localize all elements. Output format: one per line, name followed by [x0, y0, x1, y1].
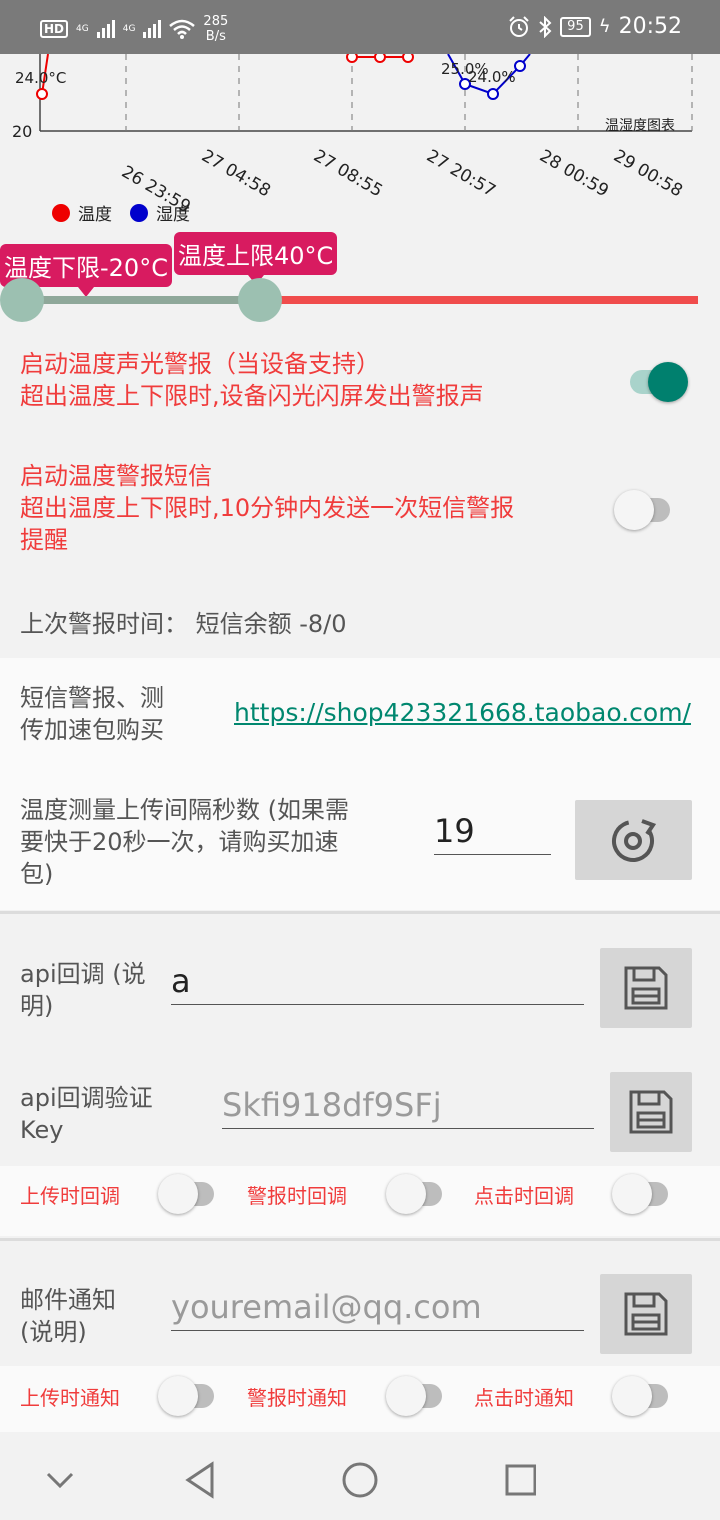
upload-callback-toggle[interactable] [158, 1172, 218, 1214]
shop-link[interactable]: https://shop423321668.taobao.com/ [234, 698, 691, 727]
bluetooth-icon [539, 15, 552, 38]
divider [0, 1238, 720, 1241]
hum-data-label-2: 24.0% [468, 68, 516, 86]
recents-icon[interactable] [504, 1460, 536, 1500]
alarm-callback-toggle[interactable] [386, 1172, 446, 1214]
alarm-callback-label: 警报时回调 [247, 1184, 347, 1208]
sound-alarm-setting: 启动温度声光警报（当设备支持） 超出温度上下限时,设备闪光闪屏发出警报声 [20, 348, 484, 412]
humidity-legend-label: 湿度 [156, 205, 190, 225]
save-icon [624, 966, 668, 1010]
lower-limit-thumb[interactable] [0, 278, 44, 322]
signal-icon [96, 20, 115, 38]
temp-data-label: 24.0°C [15, 69, 67, 87]
sms-alarm-description-2: 提醒 [20, 526, 68, 554]
upload-callback-label: 上传时回调 [20, 1184, 120, 1208]
upload-notify-toggle[interactable] [158, 1374, 218, 1416]
hide-keyboard-icon[interactable] [44, 1460, 76, 1500]
upload-notify-label: 上传时通知 [20, 1386, 120, 1410]
upper-limit-label: 温度上限40°C [174, 232, 338, 285]
humidity-point [514, 60, 526, 72]
temperature-legend-dot [52, 203, 70, 222]
save-api-key-button[interactable] [610, 1072, 692, 1152]
home-icon[interactable] [340, 1460, 380, 1500]
save-icon [629, 1090, 673, 1134]
humidity-legend-dot [130, 203, 148, 222]
click-callback-toggle[interactable] [612, 1172, 672, 1214]
save-api-button[interactable] [600, 948, 692, 1028]
sound-alarm-toggle[interactable] [624, 360, 688, 402]
alarm-clock-icon [509, 15, 529, 37]
back-icon[interactable] [184, 1460, 218, 1500]
api-key-label: api回调验证 Key [20, 1084, 153, 1144]
refresh-button[interactable] [575, 800, 692, 880]
refresh-icon [611, 819, 656, 862]
y-tick-label: 20 [12, 122, 33, 141]
interval-input[interactable]: 19 [434, 812, 551, 855]
wifi-icon [169, 19, 196, 39]
temperature-point [36, 88, 48, 100]
sound-alarm-description: 超出温度上下限时,设备闪光闪屏发出警报声 [20, 382, 484, 410]
range-track-selected [22, 296, 260, 304]
api-callback-label: api回调 (说 明) [20, 960, 146, 1020]
alarm-notify-label: 警报时通知 [247, 1386, 347, 1410]
click-callback-label: 点击时回调 [474, 1184, 574, 1208]
upper-limit-thumb[interactable] [238, 278, 282, 322]
api-callback-input[interactable]: a [171, 962, 584, 1005]
battery-icon: 95 [560, 16, 591, 37]
last-alarm-info: 上次警报时间： 短信余额 -8/0 [20, 610, 347, 638]
api-key-input[interactable]: Skfi918df9SFj [222, 1086, 594, 1129]
click-notify-toggle[interactable] [612, 1374, 672, 1416]
save-email-button[interactable] [600, 1274, 692, 1354]
network-type-label: 4G [76, 24, 89, 34]
save-icon [624, 1292, 668, 1336]
divider [0, 911, 720, 914]
temperature-point [346, 54, 358, 63]
humidity-point [487, 88, 499, 100]
sms-alarm-title: 启动温度警报短信 [20, 462, 212, 490]
net-speed: 285 B/s [203, 14, 229, 44]
email-input[interactable]: youremail@qq.com [171, 1288, 584, 1331]
signal-icon-2 [143, 20, 162, 38]
temperature-point [402, 54, 414, 63]
charging-icon: ϟ [598, 16, 611, 37]
chart-corner-label: 温湿度图表 [605, 118, 675, 134]
sms-alarm-toggle[interactable] [614, 488, 674, 530]
purchase-label: 短信警报、测 传加速包购买 [20, 684, 164, 744]
sms-alarm-description: 超出温度上下限时,10分钟内发送一次短信警报 [20, 494, 515, 522]
temperature-point [374, 54, 386, 63]
sms-alarm-setting: 启动温度警报短信 超出温度上下限时,10分钟内发送一次短信警报 提醒 [20, 460, 514, 556]
chart-legend: 温度 湿度 [52, 200, 190, 225]
network-type-label-2: 4G [122, 24, 136, 34]
click-notify-label: 点击时通知 [474, 1386, 574, 1410]
temperature-range-slider[interactable]: 温度下限-20°C 温度上限40°C [0, 232, 720, 332]
hd-icon: HD [40, 20, 69, 38]
range-track [260, 296, 698, 304]
email-label: 邮件通知 (说明) [20, 1286, 116, 1346]
navigation-bar [0, 1440, 720, 1520]
clock-time: 20:52 [618, 14, 682, 39]
temperature-legend-label: 温度 [78, 205, 112, 225]
alarm-notify-toggle[interactable] [386, 1374, 446, 1416]
status-bar: HD 4G 4G 285 B/s 95 ϟ 20:52 [0, 0, 720, 54]
interval-label: 温度测量上传间隔秒数 (如果需 要快于20秒一次，请购买加速 包) [20, 796, 349, 888]
sound-alarm-title: 启动温度声光警报（当设备支持） [20, 350, 380, 378]
